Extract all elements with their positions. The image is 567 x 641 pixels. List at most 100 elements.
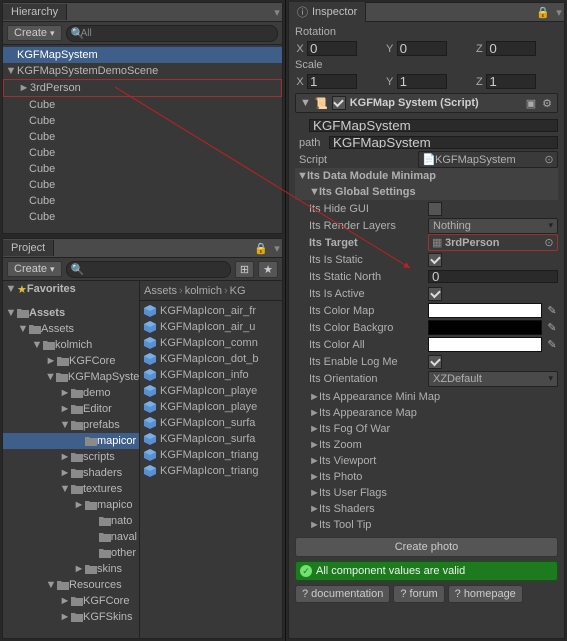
project-folder[interactable]: mapicor	[3, 433, 139, 449]
project-folder[interactable]: ►mapico	[3, 497, 139, 513]
rotation-y[interactable]	[397, 41, 447, 56]
section-data-module[interactable]: ▼ Its Data Module Minimap	[295, 168, 558, 184]
assets-root[interactable]: ▼ Assets	[3, 305, 139, 321]
component-name-field[interactable]	[309, 119, 558, 132]
breadcrumb-item[interactable]: kolmich	[185, 285, 222, 297]
forum-button[interactable]: ? forum	[393, 585, 444, 603]
hierarchy-item[interactable]: Cube	[3, 161, 282, 177]
breadcrumb[interactable]: Assets›kolmich›KG	[140, 281, 282, 301]
panel-menu-icon[interactable]: ▾	[272, 242, 282, 255]
scale-y[interactable]	[397, 74, 447, 89]
create-photo-button[interactable]: Create photo	[295, 537, 558, 557]
project-folder[interactable]: ►KGFCore	[3, 593, 139, 609]
scale-z[interactable]	[486, 74, 536, 89]
project-folder[interactable]: ▼textures	[3, 481, 139, 497]
project-folder[interactable]: nato	[3, 513, 139, 529]
eyedropper-icon[interactable]: ✎	[546, 304, 558, 317]
is-static-checkbox[interactable]	[428, 253, 442, 267]
project-folder[interactable]: ►scripts	[3, 449, 139, 465]
hierarchy-item[interactable]: Cube	[3, 209, 282, 225]
gear-icon[interactable]: ⚙	[541, 97, 553, 110]
help-icon[interactable]: ▣	[525, 97, 537, 110]
panel-menu-icon[interactable]: ▾	[272, 6, 282, 19]
project-folder[interactable]: naval	[3, 529, 139, 545]
section-foldout[interactable]: ►Its Photo	[305, 469, 558, 485]
lock-icon[interactable]: 🔒	[532, 6, 554, 19]
documentation-button[interactable]: ? documentation	[295, 585, 390, 603]
static-north-field[interactable]	[428, 270, 558, 283]
enable-log-checkbox[interactable]	[428, 355, 442, 369]
project-folder[interactable]: ►demo	[3, 385, 139, 401]
is-active-checkbox[interactable]	[428, 287, 442, 301]
project-tab[interactable]: Project	[3, 240, 54, 256]
breadcrumb-item[interactable]: Assets	[144, 285, 177, 297]
asset-item[interactable]: KGFMapIcon_surfa	[140, 431, 282, 447]
project-folder[interactable]: ►shaders	[3, 465, 139, 481]
hierarchy-item[interactable]: Cube	[3, 97, 282, 113]
section-foldout[interactable]: ►Its Tool Tip	[305, 517, 558, 533]
asset-item[interactable]: KGFMapIcon_comn	[140, 335, 282, 351]
project-folder-tree[interactable]: ▼ ★ Favorites ▼ Assets ▼Assets▼kolmich►K…	[3, 281, 140, 638]
asset-item[interactable]: KGFMapIcon_playe	[140, 383, 282, 399]
asset-item[interactable]: KGFMapIcon_air_u	[140, 319, 282, 335]
project-folder[interactable]: ▼KGFMapSyste	[3, 369, 139, 385]
asset-item[interactable]: KGFMapIcon_info	[140, 367, 282, 383]
section-foldout[interactable]: ►Its Shaders	[305, 501, 558, 517]
eyedropper-icon[interactable]: ✎	[546, 338, 558, 351]
object-picker-icon[interactable]: ⊙	[544, 153, 554, 166]
section-foldout[interactable]: ►Its Zoom	[305, 437, 558, 453]
script-object-field[interactable]: 📄 KGFMapSystem ⊙	[418, 151, 558, 168]
orientation-dropdown[interactable]: XZDefault▾	[428, 371, 558, 387]
eyedropper-icon[interactable]: ✎	[546, 321, 558, 334]
asset-item[interactable]: KGFMapIcon_triang	[140, 447, 282, 463]
target-object-field[interactable]: ▦ 3rdPerson ⊙	[428, 234, 558, 251]
section-foldout[interactable]: ►Its Appearance Mini Map	[305, 389, 558, 405]
hierarchy-item[interactable]: ►3rdPerson	[3, 79, 282, 97]
hide-gui-checkbox[interactable]	[428, 202, 442, 216]
project-create-button[interactable]: Create▾	[7, 261, 62, 277]
hierarchy-item[interactable]: ▼KGFMapSystemDemoScene	[3, 63, 282, 79]
asset-item[interactable]: KGFMapIcon_dot_b	[140, 351, 282, 367]
project-folder[interactable]: ►KGFSkins	[3, 609, 139, 625]
project-folder[interactable]: ►KGFCore	[3, 353, 139, 369]
color-all-swatch[interactable]	[428, 337, 542, 352]
inspector-tab[interactable]: ⓘ Inspector	[289, 2, 366, 22]
hierarchy-item[interactable]: KGFMapSystem	[3, 47, 282, 63]
star-icon[interactable]: ★	[258, 261, 278, 278]
homepage-button[interactable]: ? homepage	[448, 585, 523, 603]
hierarchy-search-input[interactable]: 🔍 All	[66, 25, 278, 42]
hierarchy-item[interactable]: Cube	[3, 113, 282, 129]
breadcrumb-item[interactable]: KG	[230, 285, 246, 297]
hierarchy-tree[interactable]: KGFMapSystem▼KGFMapSystemDemoScene►3rdPe…	[3, 45, 282, 233]
asset-list[interactable]: KGFMapIcon_air_frKGFMapIcon_air_uKGFMapI…	[140, 301, 282, 638]
project-folder[interactable]: ▼Resources	[3, 577, 139, 593]
rotation-z[interactable]	[486, 41, 536, 56]
filter-icon[interactable]: ⊞	[235, 261, 254, 278]
project-folder[interactable]: ►Editor	[3, 401, 139, 417]
hierarchy-item[interactable]: Cube	[3, 177, 282, 193]
create-button[interactable]: Create▾	[7, 25, 62, 41]
hierarchy-item[interactable]: Cube	[3, 129, 282, 145]
asset-item[interactable]: KGFMapIcon_playe	[140, 399, 282, 415]
asset-item[interactable]: KGFMapIcon_air_fr	[140, 303, 282, 319]
lock-icon[interactable]: 🔒	[250, 242, 272, 255]
asset-item[interactable]: KGFMapIcon_triang	[140, 463, 282, 479]
rotation-x[interactable]	[307, 41, 357, 56]
component-header[interactable]: ▼ 📜 KGFMap System (Script) ▣ ⚙	[295, 93, 558, 113]
project-folder[interactable]: ►skins	[3, 561, 139, 577]
favorites-header[interactable]: ▼ ★ Favorites	[3, 281, 139, 297]
section-foldout[interactable]: ►Its Appearance Map	[305, 405, 558, 421]
component-enabled-checkbox[interactable]	[332, 96, 346, 110]
color-map-swatch[interactable]	[428, 303, 542, 318]
path-field[interactable]	[329, 136, 558, 149]
render-layers-dropdown[interactable]: Nothing▾	[428, 218, 558, 234]
section-foldout[interactable]: ►Its User Flags	[305, 485, 558, 501]
section-global-settings[interactable]: ▼ Its Global Settings	[295, 184, 558, 200]
scale-x[interactable]	[307, 74, 357, 89]
project-folder[interactable]: other	[3, 545, 139, 561]
asset-item[interactable]: KGFMapIcon_surfa	[140, 415, 282, 431]
hierarchy-item[interactable]: Cube	[3, 145, 282, 161]
project-folder[interactable]: ▼prefabs	[3, 417, 139, 433]
object-picker-icon[interactable]: ⊙	[544, 236, 554, 249]
section-foldout[interactable]: ►Its Viewport	[305, 453, 558, 469]
